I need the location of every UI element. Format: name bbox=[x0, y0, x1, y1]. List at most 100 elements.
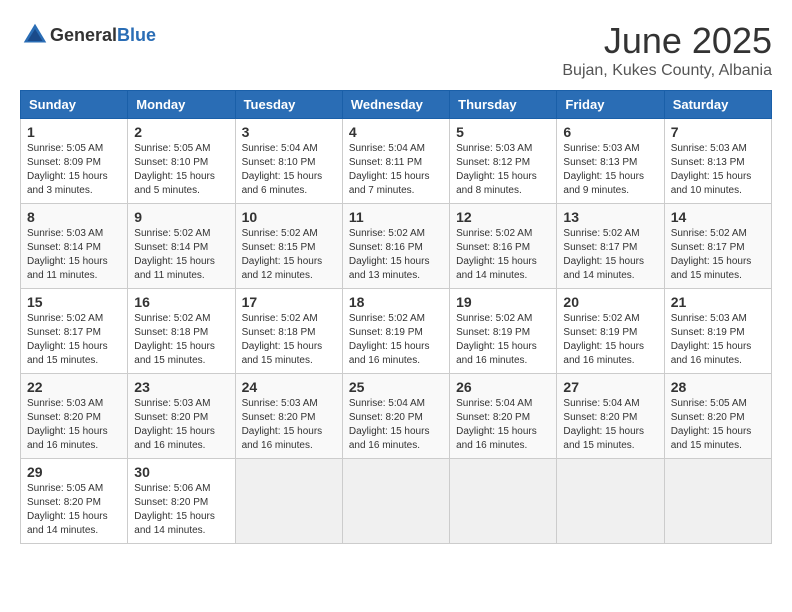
day-num-4: 4 bbox=[349, 124, 443, 140]
empty-cell-1 bbox=[235, 459, 342, 544]
col-monday: Monday bbox=[128, 91, 235, 119]
day-info-21: Sunrise: 5:03 AMSunset: 8:19 PMDaylight:… bbox=[671, 312, 765, 368]
day-info-29: Sunrise: 5:05 AMSunset: 8:20 PMDaylight:… bbox=[27, 482, 121, 538]
day-num-23: 23 bbox=[134, 379, 228, 395]
day-info-6: Sunrise: 5:03 AMSunset: 8:13 PMDaylight:… bbox=[563, 142, 657, 198]
logo: GeneralBlue bbox=[20, 20, 156, 50]
day-info-19: Sunrise: 5:02 AMSunset: 8:19 PMDaylight:… bbox=[456, 312, 550, 368]
week-row-1: 1 Sunrise: 5:05 AMSunset: 8:09 PMDayligh… bbox=[21, 119, 772, 204]
day-cell-21: 21 Sunrise: 5:03 AMSunset: 8:19 PMDaylig… bbox=[664, 289, 771, 374]
day-info-18: Sunrise: 5:02 AMSunset: 8:19 PMDaylight:… bbox=[349, 312, 443, 368]
day-num-11: 11 bbox=[349, 209, 443, 225]
day-cell-18: 18 Sunrise: 5:02 AMSunset: 8:19 PMDaylig… bbox=[342, 289, 449, 374]
day-info-17: Sunrise: 5:02 AMSunset: 8:18 PMDaylight:… bbox=[242, 312, 336, 368]
calendar-table: Sunday Monday Tuesday Wednesday Thursday… bbox=[20, 90, 772, 544]
day-info-2: Sunrise: 5:05 AMSunset: 8:10 PMDaylight:… bbox=[134, 142, 228, 198]
day-info-8: Sunrise: 5:03 AMSunset: 8:14 PMDaylight:… bbox=[27, 227, 121, 283]
day-cell-5: 5 Sunrise: 5:03 AMSunset: 8:12 PMDayligh… bbox=[450, 119, 557, 204]
logo-general: General bbox=[50, 25, 117, 45]
col-tuesday: Tuesday bbox=[235, 91, 342, 119]
calendar-header: June 2025 Bujan, Kukes County, Albania bbox=[562, 20, 772, 80]
day-num-15: 15 bbox=[27, 294, 121, 310]
day-cell-26: 26 Sunrise: 5:04 AMSunset: 8:20 PMDaylig… bbox=[450, 374, 557, 459]
day-cell-16: 16 Sunrise: 5:02 AMSunset: 8:18 PMDaylig… bbox=[128, 289, 235, 374]
day-info-25: Sunrise: 5:04 AMSunset: 8:20 PMDaylight:… bbox=[349, 397, 443, 453]
day-num-8: 8 bbox=[27, 209, 121, 225]
day-info-7: Sunrise: 5:03 AMSunset: 8:13 PMDaylight:… bbox=[671, 142, 765, 198]
day-info-15: Sunrise: 5:02 AMSunset: 8:17 PMDaylight:… bbox=[27, 312, 121, 368]
day-info-11: Sunrise: 5:02 AMSunset: 8:16 PMDaylight:… bbox=[349, 227, 443, 283]
day-cell-14: 14 Sunrise: 5:02 AMSunset: 8:17 PMDaylig… bbox=[664, 204, 771, 289]
day-cell-20: 20 Sunrise: 5:02 AMSunset: 8:19 PMDaylig… bbox=[557, 289, 664, 374]
day-num-5: 5 bbox=[456, 124, 550, 140]
calendar-title: June 2025 bbox=[562, 20, 772, 62]
day-cell-6: 6 Sunrise: 5:03 AMSunset: 8:13 PMDayligh… bbox=[557, 119, 664, 204]
day-cell-11: 11 Sunrise: 5:02 AMSunset: 8:16 PMDaylig… bbox=[342, 204, 449, 289]
day-num-19: 19 bbox=[456, 294, 550, 310]
day-num-14: 14 bbox=[671, 209, 765, 225]
col-wednesday: Wednesday bbox=[342, 91, 449, 119]
col-friday: Friday bbox=[557, 91, 664, 119]
day-info-10: Sunrise: 5:02 AMSunset: 8:15 PMDaylight:… bbox=[242, 227, 336, 283]
empty-cell-5 bbox=[664, 459, 771, 544]
week-row-2: 8 Sunrise: 5:03 AMSunset: 8:14 PMDayligh… bbox=[21, 204, 772, 289]
day-info-26: Sunrise: 5:04 AMSunset: 8:20 PMDaylight:… bbox=[456, 397, 550, 453]
week-row-4: 22 Sunrise: 5:03 AMSunset: 8:20 PMDaylig… bbox=[21, 374, 772, 459]
day-cell-17: 17 Sunrise: 5:02 AMSunset: 8:18 PMDaylig… bbox=[235, 289, 342, 374]
day-num-16: 16 bbox=[134, 294, 228, 310]
day-num-18: 18 bbox=[349, 294, 443, 310]
day-cell-7: 7 Sunrise: 5:03 AMSunset: 8:13 PMDayligh… bbox=[664, 119, 771, 204]
day-info-1: Sunrise: 5:05 AMSunset: 8:09 PMDaylight:… bbox=[27, 142, 121, 198]
logo-icon bbox=[20, 20, 50, 50]
day-info-16: Sunrise: 5:02 AMSunset: 8:18 PMDaylight:… bbox=[134, 312, 228, 368]
day-num-1: 1 bbox=[27, 124, 121, 140]
day-info-13: Sunrise: 5:02 AMSunset: 8:17 PMDaylight:… bbox=[563, 227, 657, 283]
week-row-5: 29 Sunrise: 5:05 AMSunset: 8:20 PMDaylig… bbox=[21, 459, 772, 544]
day-cell-12: 12 Sunrise: 5:02 AMSunset: 8:16 PMDaylig… bbox=[450, 204, 557, 289]
day-num-24: 24 bbox=[242, 379, 336, 395]
day-cell-10: 10 Sunrise: 5:02 AMSunset: 8:15 PMDaylig… bbox=[235, 204, 342, 289]
col-thursday: Thursday bbox=[450, 91, 557, 119]
day-num-6: 6 bbox=[563, 124, 657, 140]
day-info-9: Sunrise: 5:02 AMSunset: 8:14 PMDaylight:… bbox=[134, 227, 228, 283]
day-info-24: Sunrise: 5:03 AMSunset: 8:20 PMDaylight:… bbox=[242, 397, 336, 453]
day-info-30: Sunrise: 5:06 AMSunset: 8:20 PMDaylight:… bbox=[134, 482, 228, 538]
day-num-17: 17 bbox=[242, 294, 336, 310]
day-cell-8: 8 Sunrise: 5:03 AMSunset: 8:14 PMDayligh… bbox=[21, 204, 128, 289]
day-cell-29: 29 Sunrise: 5:05 AMSunset: 8:20 PMDaylig… bbox=[21, 459, 128, 544]
day-cell-28: 28 Sunrise: 5:05 AMSunset: 8:20 PMDaylig… bbox=[664, 374, 771, 459]
day-num-22: 22 bbox=[27, 379, 121, 395]
day-cell-24: 24 Sunrise: 5:03 AMSunset: 8:20 PMDaylig… bbox=[235, 374, 342, 459]
day-cell-13: 13 Sunrise: 5:02 AMSunset: 8:17 PMDaylig… bbox=[557, 204, 664, 289]
empty-cell-3 bbox=[450, 459, 557, 544]
day-num-10: 10 bbox=[242, 209, 336, 225]
day-cell-2: 2 Sunrise: 5:05 AMSunset: 8:10 PMDayligh… bbox=[128, 119, 235, 204]
page-header: GeneralBlue June 2025 Bujan, Kukes Count… bbox=[20, 20, 772, 80]
day-num-26: 26 bbox=[456, 379, 550, 395]
day-info-5: Sunrise: 5:03 AMSunset: 8:12 PMDaylight:… bbox=[456, 142, 550, 198]
day-num-25: 25 bbox=[349, 379, 443, 395]
day-cell-30: 30 Sunrise: 5:06 AMSunset: 8:20 PMDaylig… bbox=[128, 459, 235, 544]
day-info-4: Sunrise: 5:04 AMSunset: 8:11 PMDaylight:… bbox=[349, 142, 443, 198]
day-info-20: Sunrise: 5:02 AMSunset: 8:19 PMDaylight:… bbox=[563, 312, 657, 368]
day-num-3: 3 bbox=[242, 124, 336, 140]
day-cell-27: 27 Sunrise: 5:04 AMSunset: 8:20 PMDaylig… bbox=[557, 374, 664, 459]
day-num-29: 29 bbox=[27, 464, 121, 480]
day-info-12: Sunrise: 5:02 AMSunset: 8:16 PMDaylight:… bbox=[456, 227, 550, 283]
day-num-30: 30 bbox=[134, 464, 228, 480]
day-num-13: 13 bbox=[563, 209, 657, 225]
day-cell-22: 22 Sunrise: 5:03 AMSunset: 8:20 PMDaylig… bbox=[21, 374, 128, 459]
day-num-27: 27 bbox=[563, 379, 657, 395]
logo-blue: Blue bbox=[117, 25, 156, 45]
day-num-2: 2 bbox=[134, 124, 228, 140]
day-info-27: Sunrise: 5:04 AMSunset: 8:20 PMDaylight:… bbox=[563, 397, 657, 453]
day-info-22: Sunrise: 5:03 AMSunset: 8:20 PMDaylight:… bbox=[27, 397, 121, 453]
empty-cell-2 bbox=[342, 459, 449, 544]
day-num-28: 28 bbox=[671, 379, 765, 395]
day-info-14: Sunrise: 5:02 AMSunset: 8:17 PMDaylight:… bbox=[671, 227, 765, 283]
col-sunday: Sunday bbox=[21, 91, 128, 119]
day-num-9: 9 bbox=[134, 209, 228, 225]
day-cell-23: 23 Sunrise: 5:03 AMSunset: 8:20 PMDaylig… bbox=[128, 374, 235, 459]
day-cell-25: 25 Sunrise: 5:04 AMSunset: 8:20 PMDaylig… bbox=[342, 374, 449, 459]
day-num-12: 12 bbox=[456, 209, 550, 225]
